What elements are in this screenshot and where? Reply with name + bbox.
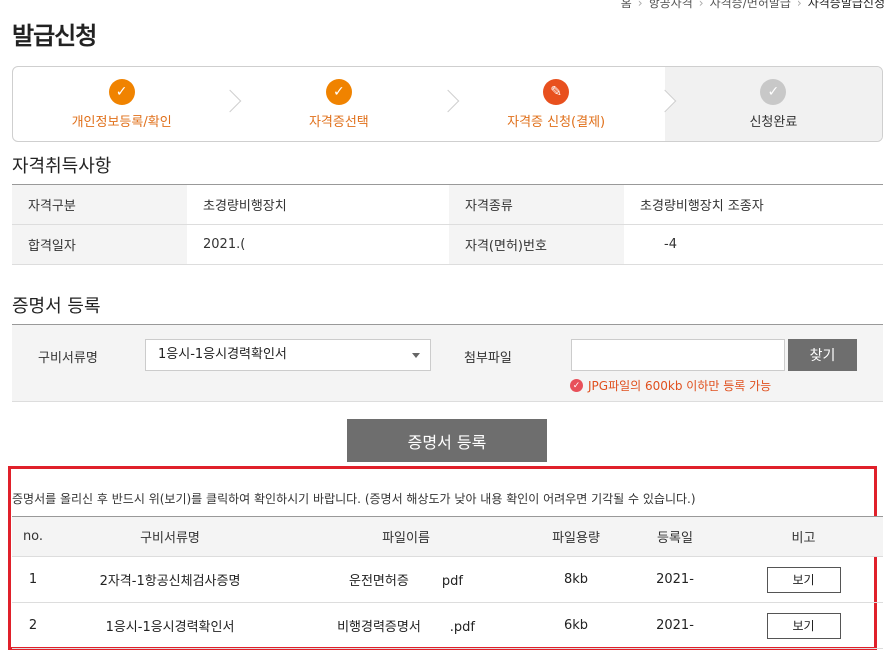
cell-no: 1 bbox=[12, 556, 54, 603]
doc-label: 구비서류명 bbox=[38, 351, 98, 366]
table-row: 2 1응시-1응시경력확인서 비행경력증명서 .pdf 6kb 2021- 보기 bbox=[12, 602, 883, 649]
col-no: no. bbox=[12, 516, 54, 557]
view-button[interactable]: 보기 bbox=[766, 612, 841, 639]
upload-hint: ✓ JPG파일의 600kb 이하만 등록 가능 bbox=[570, 377, 771, 394]
step-label: 자격증선택 bbox=[308, 114, 369, 130]
cell-no: 2 bbox=[12, 602, 54, 649]
find-file-button[interactable]: 찾기 bbox=[788, 339, 857, 371]
cell-date: 2021- bbox=[626, 602, 724, 649]
value-category: 초경량비행장치 bbox=[187, 184, 449, 225]
breadcrumb-license[interactable]: 자격증/면허발급 bbox=[710, 0, 791, 10]
step-label: 개인정보등록/확인 bbox=[71, 114, 172, 130]
cell-doc: 2자격-1항공신체검사증명 bbox=[54, 556, 286, 603]
col-date: 등록일 bbox=[626, 516, 724, 557]
file-label: 첨부파일 bbox=[464, 351, 512, 366]
check-icon: ✓ bbox=[760, 78, 787, 105]
chevron-right-icon: › bbox=[796, 0, 802, 10]
qualification-table: 자격구분 초경량비행장치 자격종류 초경량비행장치 조종자 합격일자 2021.… bbox=[12, 184, 883, 265]
cell-filename: 비행경력증명서 .pdf bbox=[286, 602, 526, 649]
pencil-icon: ✎ bbox=[543, 78, 570, 105]
breadcrumb-aviation[interactable]: 항공자격 bbox=[649, 0, 693, 10]
page-title: 발급신청 bbox=[12, 22, 97, 50]
step-select-license: ✓ 자격증선택 bbox=[230, 67, 459, 141]
step-personal-info: ✓ 개인정보등록/확인 bbox=[13, 67, 242, 141]
check-icon: ✓ bbox=[325, 78, 352, 105]
cell-action: 보기 bbox=[724, 556, 883, 603]
table-header-row: no. 구비서류명 파일이름 파일용량 등록일 비고 bbox=[12, 516, 883, 557]
qualification-title: 자격취득사항 bbox=[12, 156, 112, 177]
label-pass-date: 합격일자 bbox=[12, 224, 187, 265]
progress-steps: ✓ 개인정보등록/확인 ✓ 자격증선택 ✎ 자격증 신청(결제) ✓ 신청완료 bbox=[12, 66, 883, 142]
chevron-right-icon: › bbox=[698, 0, 704, 10]
col-size: 파일용량 bbox=[526, 516, 626, 557]
cell-date: 2021- bbox=[626, 556, 724, 603]
table-row: 자격구분 초경량비행장치 자격종류 초경량비행장치 조종자 bbox=[12, 184, 883, 225]
label-category: 자격구분 bbox=[12, 184, 187, 225]
table-row: 합격일자 2021.( 자격(면허)번호 -4 bbox=[12, 224, 883, 265]
certificate-upload-form: 구비서류명 1응시-1응시경력확인서 첨부파일 찾기 ✓ JPG파일의 600k… bbox=[12, 324, 883, 402]
step-apply-payment: ✎ 자격증 신청(결제) bbox=[448, 67, 677, 141]
value-license-number: -4 bbox=[624, 224, 883, 265]
cell-filename: 운전면허증 pdf bbox=[286, 556, 526, 603]
table-row: 1 2자격-1항공신체검사증명 운전면허증 pdf 8kb 2021- 보기 bbox=[12, 556, 883, 603]
step-label: 신청완료 bbox=[749, 114, 798, 130]
files-table: no. 구비서류명 파일이름 파일용량 등록일 비고 1 2자격-1항공신체검사… bbox=[12, 516, 883, 649]
label-type: 자격종류 bbox=[449, 184, 624, 225]
breadcrumb-current: 자격증발급신청 bbox=[807, 0, 885, 10]
cell-doc: 1응시-1응시경력확인서 bbox=[54, 602, 286, 649]
value-type: 초경량비행장치 조종자 bbox=[624, 184, 883, 225]
step-complete: ✓ 신청완료 bbox=[664, 67, 882, 141]
check-circle-icon: ✓ bbox=[570, 379, 583, 392]
value-pass-date: 2021.( bbox=[187, 224, 449, 265]
breadcrumb: 홈 › 항공자격 › 자격증/면허발급 › 자격증발급신청 bbox=[621, 0, 885, 11]
cell-size: 8kb bbox=[526, 556, 626, 603]
file-path-input[interactable] bbox=[571, 339, 785, 371]
view-button[interactable]: 보기 bbox=[766, 566, 841, 593]
register-certificate-button[interactable]: 증명서 등록 bbox=[347, 419, 547, 462]
check-icon: ✓ bbox=[108, 78, 135, 105]
hint-text: JPG파일의 600kb 이하만 등록 가능 bbox=[588, 379, 772, 393]
breadcrumb-home[interactable]: 홈 bbox=[621, 0, 632, 10]
cell-size: 6kb bbox=[526, 602, 626, 649]
col-doc: 구비서류명 bbox=[54, 516, 286, 557]
cell-action: 보기 bbox=[724, 602, 883, 649]
notice-text: 증명서를 올리신 후 반드시 위(보기)를 클릭하여 확인하시기 바랍니다. (… bbox=[12, 492, 696, 506]
certificate-title: 증명서 등록 bbox=[12, 296, 101, 317]
col-filename: 파일이름 bbox=[286, 516, 526, 557]
chevron-down-icon bbox=[412, 353, 420, 358]
label-license-number: 자격(면허)번호 bbox=[449, 224, 624, 265]
doc-select[interactable]: 1응시-1응시경력확인서 bbox=[145, 339, 431, 371]
chevron-right-icon: › bbox=[637, 0, 643, 10]
doc-select-value: 1응시-1응시경력확인서 bbox=[158, 347, 287, 362]
step-label: 자격증 신청(결제) bbox=[507, 114, 606, 130]
col-note: 비고 bbox=[724, 516, 883, 557]
